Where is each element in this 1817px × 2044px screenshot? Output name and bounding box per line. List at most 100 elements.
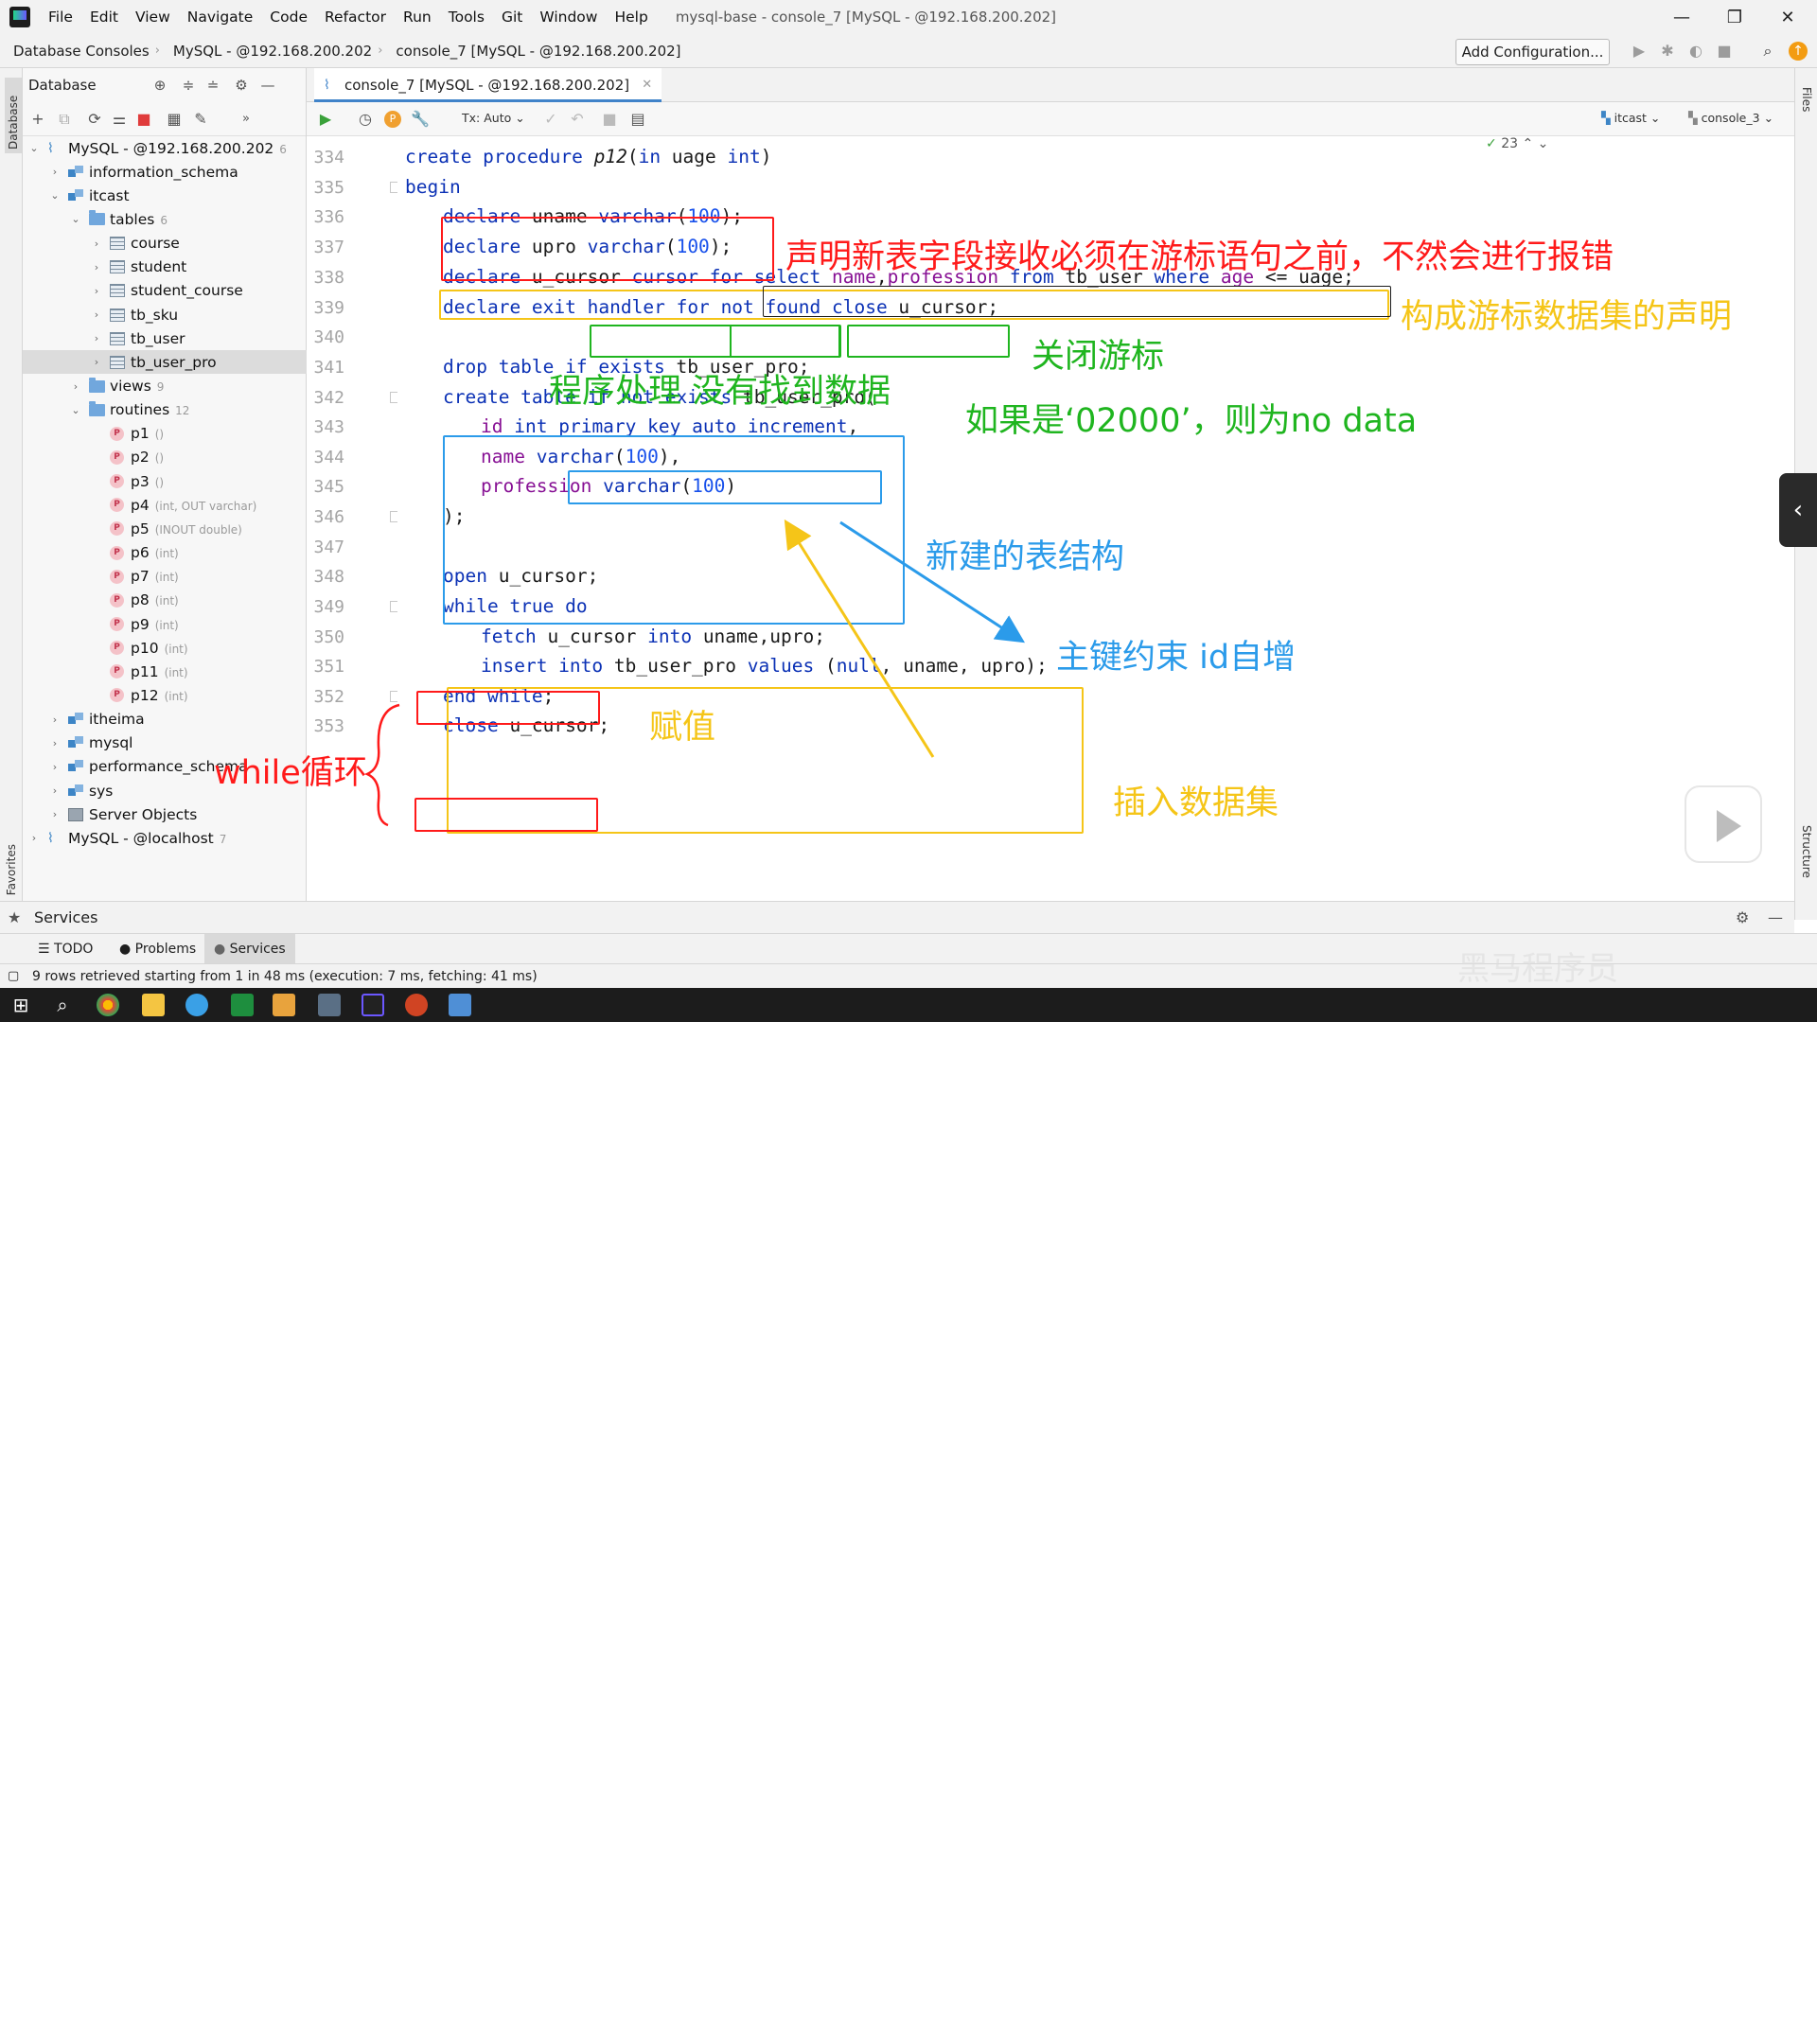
commit-icon[interactable]: ✓ [541,110,560,129]
cancel-statement-icon[interactable]: ■ [600,110,619,129]
run-icon[interactable]: ▶ [1630,42,1649,61]
tree-item-tb-user[interactable]: › tb_user [23,326,307,350]
close-icon[interactable]: ✕ [642,68,652,102]
tree-item-mysql-192-168-200-202[interactable]: ⌄ ⌇ MySQL - @192.168.200.202 6 [23,136,307,160]
chevron-right-icon[interactable]: › [91,285,102,297]
menu-help[interactable]: Help [606,0,656,34]
menu-code[interactable]: Code [261,0,316,34]
tab-todo[interactable]: ☰ TODO [28,934,102,964]
powerpoint-icon[interactable] [405,994,428,1016]
files-tool-tab[interactable]: Files [1800,87,1813,112]
chevron-right-icon[interactable]: › [49,166,61,178]
hide-panel-icon[interactable]: — [1768,902,1783,934]
play-button-icon[interactable] [1685,785,1762,863]
chevron-right-icon[interactable]: › [28,832,40,844]
breadcrumb-database-consoles[interactable]: Database Consoles [0,43,155,60]
restore-button[interactable]: ❐ [1709,0,1760,34]
tree-item-p4[interactable]: Pp4 (int, OUT varchar) [23,493,307,517]
update-icon[interactable]: ↑ [1789,42,1808,61]
spreadsheet-icon[interactable] [231,994,254,1016]
tree-item-p9[interactable]: Pp9 (int) [23,612,307,636]
tree-item-p7[interactable]: Pp7 (int) [23,565,307,589]
tree-item-p10[interactable]: Pp10 (int) [23,636,307,660]
tree-item-p3[interactable]: Pp3 () [23,469,307,493]
datasource-select[interactable]: ▚ itcast ⌄ [1601,111,1660,125]
menu-git[interactable]: Git [493,0,531,34]
chevron-right-icon[interactable]: › [49,761,61,773]
structure-tool-tab[interactable]: Structure [1800,825,1813,878]
collapse-all-icon[interactable]: ≐ [204,77,221,94]
favorites-star-icon[interactable]: ★ [8,902,21,934]
menu-run[interactable]: Run [395,0,440,34]
chevron-right-icon[interactable]: › [49,808,61,820]
chevron-down-icon[interactable]: ⌄ [70,213,81,225]
wrench-icon[interactable]: 🔧 [411,110,430,129]
refresh-icon[interactable]: ⟳ [85,110,104,129]
stop-icon[interactable]: ■ [134,110,153,129]
menu-tools[interactable]: Tools [440,0,493,34]
tree-item-p8[interactable]: Pp8 (int) [23,589,307,612]
tree-item-course[interactable]: › course [23,232,307,256]
execute-icon[interactable]: ▶ [316,110,335,129]
tree-item-tb-user-pro[interactable]: › tb_user_pro [23,350,307,375]
notes-icon[interactable] [449,994,471,1016]
explain-plan-icon[interactable]: P [384,111,401,128]
tree-item-itcast[interactable]: ⌄ itcast [23,184,307,207]
tree-item-server-objects[interactable]: › Server Objects [23,802,307,826]
tree-item-p1[interactable]: Pp1 () [23,422,307,446]
add-icon[interactable]: + [28,110,47,129]
console-select[interactable]: ▚ console_3 ⌄ [1688,111,1773,125]
chevron-right-icon[interactable]: › [91,238,102,250]
favorites-tool-tab[interactable]: Favorites [5,844,18,895]
file-explorer-icon[interactable] [142,994,165,1016]
chevron-right-icon[interactable]: › [91,261,102,273]
tree-item-routines[interactable]: ⌄ routines 12 [23,398,307,422]
search-icon[interactable]: ⌕ [51,994,74,1016]
chevron-right-icon[interactable]: › [49,737,61,749]
tree-item-p6[interactable]: Pp6 (int) [23,541,307,565]
tree-item-p11[interactable]: Pp11 (int) [23,660,307,683]
tab-problems[interactable]: ● Problems [110,934,205,964]
menu-edit[interactable]: Edit [81,0,127,34]
rollback-icon[interactable]: ↶ [568,110,587,129]
close-window-button[interactable]: ✕ [1762,0,1813,34]
menu-window[interactable]: Window [531,0,606,34]
app-icon[interactable] [273,994,295,1016]
tree-item-p2[interactable]: Pp2 () [23,446,307,469]
chevron-right-icon[interactable]: › [49,784,61,797]
output-layout-icon[interactable]: ▤ [628,110,647,129]
search-icon[interactable]: ⌕ [1758,42,1777,61]
browser-icon[interactable] [185,994,208,1016]
chrome-icon[interactable] [97,994,119,1016]
menu-view[interactable]: View [127,0,179,34]
chevron-right-icon[interactable]: › [91,308,102,321]
chevron-down-icon[interactable]: ⌄ [49,189,61,202]
tab-console-7[interactable]: ⌇ console_7 [MySQL - @192.168.200.202] ✕ [314,68,662,102]
chevron-down-icon[interactable]: ⌄ [70,404,81,416]
expand-all-icon[interactable]: ≑ [180,77,197,94]
gear-icon[interactable]: ⚙ [1736,902,1749,934]
crosshair-icon[interactable]: ⊕ [151,77,168,94]
tree-item-p5[interactable]: Pp5 (INOUT double) [23,517,307,540]
tree-item-p12[interactable]: Pp12 (int) [23,683,307,707]
chevron-right-icon[interactable]: › [91,356,102,368]
edit-icon[interactable]: ✎ [191,110,210,129]
chevron-right-icon[interactable]: › [91,332,102,344]
tree-item-mysql-localhost[interactable]: › ⌇ MySQL - @localhost 7 [23,826,307,850]
tree-item-student[interactable]: › student [23,256,307,279]
tree-item-views[interactable]: › views 9 [23,375,307,398]
add-configuration-button[interactable]: Add Configuration... [1455,39,1610,65]
gear-icon[interactable]: ⚙ [233,77,250,94]
tree-item-information-schema[interactable]: › information_schema [23,160,307,184]
tree-item-student-course[interactable]: › student_course [23,279,307,303]
datagrip-icon[interactable] [362,994,384,1016]
side-panel-toggle[interactable]: ‹ [1779,473,1817,547]
debug-icon[interactable]: ✱ [1658,42,1677,61]
menu-navigate[interactable]: Navigate [179,0,262,34]
hide-panel-icon[interactable]: — [259,77,276,94]
more-icon[interactable]: » [237,110,256,129]
tab-services[interactable]: ● Services [204,934,295,964]
tree-item-itheima[interactable]: › itheima [23,708,307,731]
tree-item-tables[interactable]: ⌄ tables 6 [23,207,307,231]
inspection-widget[interactable]: ✓ 23 ⌃ ⌄ [1486,136,1548,151]
